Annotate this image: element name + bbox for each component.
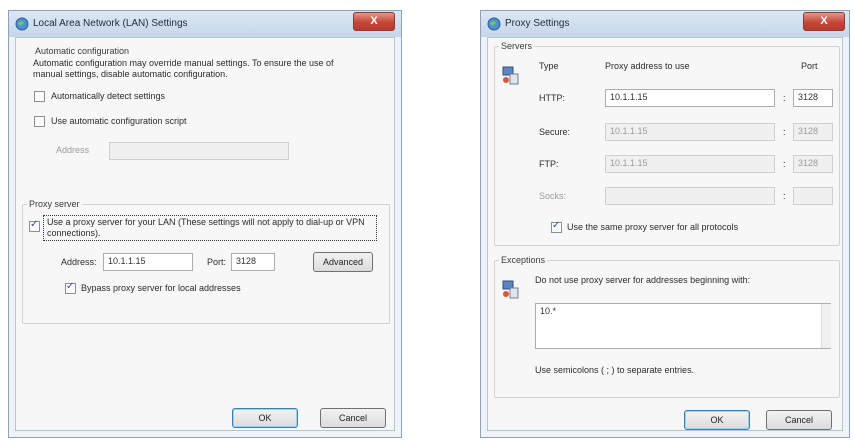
bypass-local-checkbox[interactable] bbox=[65, 281, 76, 294]
exceptions-textarea[interactable]: 10.* bbox=[535, 303, 831, 349]
ftp-colon: : bbox=[783, 159, 786, 169]
socks-address-input[interactable] bbox=[605, 187, 775, 205]
use-script-checkbox[interactable] bbox=[34, 116, 45, 127]
bypass-local-label[interactable]: Bypass proxy server for local addresses bbox=[81, 283, 241, 293]
proxy-group-title: Proxy server bbox=[27, 199, 82, 209]
network-globe-icon bbox=[15, 17, 29, 31]
http-address-input[interactable]: 10.1.1.15 bbox=[605, 89, 775, 107]
col-port-header: Port bbox=[801, 61, 818, 71]
script-address-label: Address bbox=[56, 145, 90, 155]
secure-type-label: Secure: bbox=[539, 127, 571, 137]
ftp-port-input[interactable]: 3128 bbox=[793, 155, 833, 173]
advanced-button[interactable]: Advanced bbox=[313, 252, 373, 272]
exceptions-computer-icon bbox=[502, 280, 519, 299]
proxy-address-label: Address: bbox=[61, 257, 97, 267]
servers-group-title: Servers bbox=[499, 41, 535, 51]
exceptions-group: Exceptions Do not use proxy server for a… bbox=[494, 255, 840, 398]
same-proxy-label[interactable]: Use the same proxy server for all protoc… bbox=[567, 222, 738, 232]
same-proxy-checkbox[interactable] bbox=[551, 220, 562, 233]
proxy-address-input[interactable]: 10.1.1.15 bbox=[103, 253, 193, 271]
server-computer-icon bbox=[502, 66, 519, 85]
proxy-client-area: Servers Type Proxy address to use Port H… bbox=[487, 37, 843, 431]
script-address-input[interactable] bbox=[109, 142, 289, 160]
http-type-label: HTTP: bbox=[539, 93, 565, 103]
col-type-header: Type bbox=[539, 61, 559, 71]
socks-port-input[interactable] bbox=[793, 187, 833, 205]
proxy-ok-button[interactable]: OK bbox=[684, 410, 750, 430]
proxy-port-input[interactable]: 3128 bbox=[231, 253, 275, 271]
auto-config-description: Automatic configuration may override man… bbox=[33, 58, 334, 79]
col-address-header: Proxy address to use bbox=[605, 61, 690, 71]
lan-title: Local Area Network (LAN) Settings bbox=[33, 18, 188, 29]
secure-colon: : bbox=[783, 127, 786, 137]
servers-group: Servers Type Proxy address to use Port H… bbox=[494, 41, 840, 246]
lan-client-area: Automatic configuration Automatic config… bbox=[15, 37, 395, 431]
auto-config-group-title: Automatic configuration bbox=[33, 46, 132, 56]
use-script-label[interactable]: Use automatic configuration script bbox=[51, 116, 187, 126]
proxy-cancel-button[interactable]: Cancel bbox=[766, 410, 832, 430]
secure-port-input[interactable]: 3128 bbox=[793, 123, 833, 141]
proxy-titlebar[interactable]: Proxy Settings X bbox=[481, 11, 849, 37]
exceptions-hint: Use semicolons ( ; ) to separate entries… bbox=[535, 365, 695, 375]
proxy-settings-dialog: Proxy Settings X Servers Type Proxy addr… bbox=[480, 10, 850, 438]
ftp-address-input[interactable]: 10.1.1.15 bbox=[605, 155, 775, 173]
exceptions-description: Do not use proxy server for addresses be… bbox=[535, 275, 751, 285]
lan-titlebar[interactable]: Local Area Network (LAN) Settings X bbox=[9, 11, 401, 37]
proxy-server-group: Proxy server Use a proxy server for your… bbox=[22, 199, 390, 324]
lan-cancel-button[interactable]: Cancel bbox=[320, 408, 386, 428]
lan-close-button[interactable]: X bbox=[353, 12, 395, 31]
network-globe-icon bbox=[487, 17, 501, 31]
lan-ok-button[interactable]: OK bbox=[232, 408, 298, 428]
use-proxy-label[interactable]: Use a proxy server for your LAN (These s… bbox=[47, 217, 377, 239]
lan-settings-dialog: Local Area Network (LAN) Settings X Auto… bbox=[8, 10, 402, 438]
auto-detect-label[interactable]: Automatically detect settings bbox=[51, 91, 165, 101]
ftp-type-label: FTP: bbox=[539, 159, 559, 169]
exceptions-group-title: Exceptions bbox=[499, 255, 548, 265]
secure-address-input[interactable]: 10.1.1.15 bbox=[605, 123, 775, 141]
auto-detect-checkbox[interactable] bbox=[34, 91, 45, 102]
socks-type-label: Socks: bbox=[539, 191, 567, 201]
socks-colon: : bbox=[783, 191, 786, 201]
use-proxy-checkbox[interactable] bbox=[29, 219, 40, 232]
exceptions-scrollbar[interactable] bbox=[821, 304, 831, 348]
proxy-close-button[interactable]: X bbox=[803, 12, 845, 31]
auto-config-group: Automatic configuration Automatic config… bbox=[21, 44, 391, 194]
proxy-port-label: Port: bbox=[207, 257, 227, 267]
http-port-input[interactable]: 3128 bbox=[793, 89, 833, 107]
proxy-title: Proxy Settings bbox=[505, 18, 570, 29]
http-colon: : bbox=[783, 93, 786, 103]
